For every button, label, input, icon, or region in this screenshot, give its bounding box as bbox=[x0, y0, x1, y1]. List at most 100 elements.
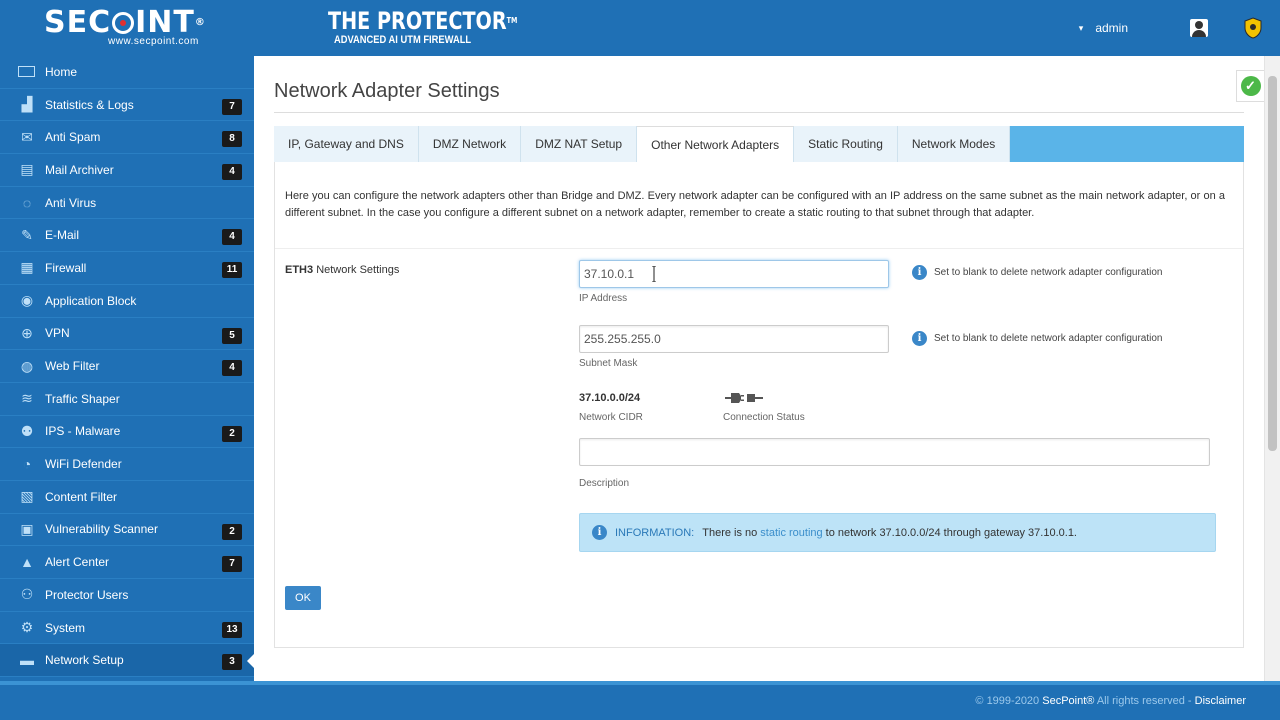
footer-copyright: © 1999-2020 bbox=[975, 695, 1040, 707]
sidebar-item-label: Statistics & Logs bbox=[45, 97, 134, 112]
sidebar-item-vulnerability-scanner[interactable]: ▣ Vulnerability Scanner 2 bbox=[0, 514, 254, 547]
sidebar-badge: 2 bbox=[222, 523, 242, 540]
sidebar-item-system[interactable]: ⚙ System 13 bbox=[0, 612, 254, 645]
secpoint-logo[interactable]: SEC INT® www.secpoint.com bbox=[44, 5, 206, 48]
sidebar-item-label: VPN bbox=[45, 326, 70, 341]
sidebar-item-statistics-logs[interactable]: ▟ Statistics & Logs 7 bbox=[0, 89, 254, 122]
ip-address-caption: IP Address bbox=[579, 293, 628, 304]
subnet-mask-hint-text: Set to blank to delete network adapter c… bbox=[934, 333, 1163, 344]
sidebar-badge: 4 bbox=[222, 229, 242, 246]
sidebar-item-vpn[interactable]: ⊕ VPN 5 bbox=[0, 318, 254, 351]
ip-address-input[interactable]: 37.10.0.1 bbox=[579, 260, 889, 288]
sidebar-item-label: Application Block bbox=[45, 293, 137, 308]
sidebar-item-alert-center[interactable]: ▲ Alert Center 7 bbox=[0, 546, 254, 579]
sidebar-item-home[interactable]: Home bbox=[0, 56, 254, 89]
scrollbar[interactable] bbox=[1264, 56, 1280, 681]
info-icon: i bbox=[912, 331, 927, 346]
email-icon: ✎ bbox=[21, 226, 33, 243]
info-icon: i bbox=[912, 265, 927, 280]
sidebar-badge: 3 bbox=[222, 654, 242, 671]
sidebar-item-label: Anti Spam bbox=[45, 130, 101, 145]
sidebar-item-content-filter[interactable]: ▧ Content Filter bbox=[0, 481, 254, 514]
plug-disconnected-icon bbox=[725, 393, 763, 403]
home-icon bbox=[18, 66, 35, 78]
sidebar-badge: 2 bbox=[222, 425, 242, 442]
sidebar-item-mail-archiver[interactable]: ▤ Mail Archiver 4 bbox=[0, 154, 254, 187]
tab-other-network-adapters[interactable]: Other Network Adapters bbox=[637, 126, 795, 162]
static-routing-link[interactable]: static routing bbox=[760, 527, 822, 539]
sidebar-item-email[interactable]: ✎ E-Mail 4 bbox=[0, 219, 254, 253]
sidebar-badge: 5 bbox=[222, 327, 242, 344]
wifi-icon: ◔ bbox=[22, 456, 32, 473]
sidebar-item-anti-virus[interactable]: ◌ Anti Virus bbox=[0, 187, 254, 220]
chevron-down-icon[interactable]: ▾ bbox=[1079, 23, 1084, 34]
section-divider bbox=[275, 248, 1243, 249]
sidebar: Home ▟ Statistics & Logs 7 ✉ Anti Spam 8 ▤ Ma… bbox=[0, 56, 254, 681]
ok-button[interactable]: OK bbox=[285, 586, 321, 610]
firewall-icon: ▦ bbox=[20, 259, 34, 276]
subnet-mask-caption: Subnet Mask bbox=[579, 358, 638, 369]
ip-address-hint: i Set to blank to delete network adapter … bbox=[912, 265, 1162, 280]
tab-dmz-nat-setup[interactable]: DMZ NAT Setup bbox=[521, 126, 638, 162]
shield-icon[interactable] bbox=[1244, 17, 1262, 39]
sidebar-item-label: Alert Center bbox=[45, 555, 110, 570]
sidebar-item-label: Firewall bbox=[45, 260, 87, 275]
ips-icon: ⚉ bbox=[20, 422, 34, 439]
archive-icon: ▤ bbox=[20, 161, 34, 178]
tab-dmz-network[interactable]: DMZ Network bbox=[418, 126, 522, 162]
sidebar-item-label: IPS - Malware bbox=[45, 424, 121, 439]
product-subtitle: ADVANCED AI UTM FIREWALL bbox=[334, 34, 472, 46]
product-brand: THE PROTECTORTM ADVANCED AI UTM FIREWALL bbox=[328, 8, 565, 46]
tab-panel: Here you can configure the network adapt… bbox=[274, 162, 1244, 648]
logo-text-start: SEC bbox=[44, 5, 112, 40]
sidebar-item-label: Web Filter bbox=[45, 359, 100, 374]
antivirus-icon: ◌ bbox=[22, 194, 32, 211]
sidebar-item-label: Home bbox=[45, 64, 78, 79]
tab-network-modes[interactable]: Network Modes bbox=[897, 126, 1011, 162]
network-cidr-caption: Network CIDR bbox=[579, 412, 643, 423]
tab-static-routing[interactable]: Static Routing bbox=[794, 126, 898, 162]
network-icon: ▬ bbox=[20, 652, 34, 669]
logo-text-end: INT bbox=[135, 5, 195, 40]
sidebar-item-firewall[interactable]: ▦ Firewall 11 bbox=[0, 252, 254, 285]
scrollbar-thumb[interactable] bbox=[1268, 76, 1277, 451]
sidebar-item-anti-spam[interactable]: ✉ Anti Spam 8 bbox=[0, 121, 254, 155]
connection-status-caption: Connection Status bbox=[723, 412, 805, 423]
description-input[interactable] bbox=[579, 438, 1210, 466]
sidebar-item-wifi-defender[interactable]: ◔ WiFi Defender bbox=[0, 448, 254, 481]
antispam-icon: ✉ bbox=[21, 128, 33, 145]
sidebar-item-label: E-Mail bbox=[45, 228, 80, 243]
alert-icon: ▲ bbox=[20, 554, 34, 571]
subnet-mask-input[interactable]: 255.255.255.0 bbox=[579, 325, 889, 353]
logo-target-icon bbox=[112, 12, 135, 34]
sidebar-item-network-setup[interactable]: ▬ Network Setup 3 bbox=[0, 644, 254, 678]
sidebar-item-label: Network Setup bbox=[45, 653, 124, 668]
sidebar-item-application-block[interactable]: ◉ Application Block bbox=[0, 285, 254, 318]
intro-text: Here you can configure the network adapt… bbox=[285, 190, 1225, 219]
user-profile-icon[interactable] bbox=[1190, 19, 1208, 37]
sidebar-badge: 13 bbox=[222, 621, 242, 638]
sidebar-badge: 4 bbox=[222, 164, 242, 181]
scanner-icon: ▣ bbox=[20, 520, 34, 537]
chart-icon: ▟ bbox=[21, 96, 33, 113]
adapter-label-text: Network Settings bbox=[316, 264, 400, 276]
network-cidr-value: 37.10.0.0/24 bbox=[579, 392, 641, 404]
users-icon: ⚇ bbox=[20, 586, 34, 603]
user-menu[interactable]: ▾ admin bbox=[1079, 0, 1280, 56]
username[interactable]: admin bbox=[1095, 21, 1128, 35]
app-block-icon: ◉ bbox=[20, 292, 34, 309]
sidebar-item-protector-users[interactable]: ⚇ Protector Users bbox=[0, 579, 254, 612]
sidebar-item-label: Content Filter bbox=[45, 489, 118, 504]
sidebar-item-label: WiFi Defender bbox=[45, 457, 122, 472]
status-indicator[interactable]: ✓ bbox=[1236, 70, 1264, 102]
sidebar-item-traffic-shaper[interactable]: ≋ Traffic Shaper bbox=[0, 383, 254, 416]
sidebar-badge: 4 bbox=[222, 360, 242, 377]
sidebar-item-ips-malware[interactable]: ⚉ IPS - Malware 2 bbox=[0, 416, 254, 449]
sidebar-item-web-filter[interactable]: ◍ Web Filter 4 bbox=[0, 350, 254, 383]
tab-bar: IP, Gateway and DNS DMZ Network DMZ NAT … bbox=[274, 126, 1244, 162]
disclaimer-link[interactable]: Disclaimer bbox=[1195, 695, 1246, 707]
sidebar-badge: 7 bbox=[222, 556, 242, 573]
sidebar-item-label: Vulnerability Scanner bbox=[45, 522, 158, 537]
tab-ip-gateway-dns[interactable]: IP, Gateway and DNS bbox=[274, 126, 419, 162]
sidebar-item-label: Protector Users bbox=[45, 587, 129, 602]
